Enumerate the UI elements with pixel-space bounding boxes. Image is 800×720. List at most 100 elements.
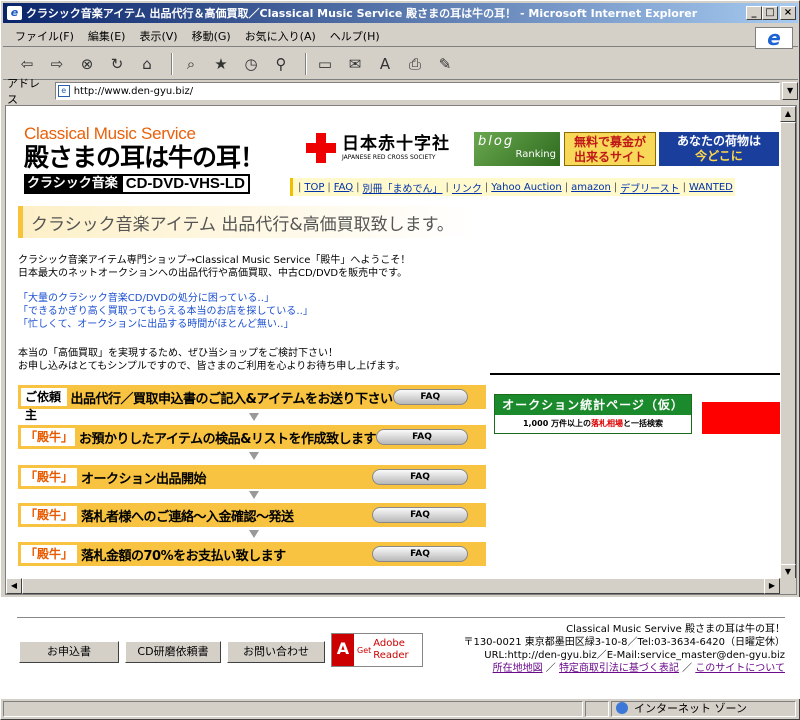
footer-divider bbox=[17, 617, 785, 618]
toolbar-separator bbox=[171, 52, 173, 75]
step-faq-button[interactable]: FAQ bbox=[376, 429, 468, 445]
scroll-corner bbox=[780, 578, 796, 594]
history-icon[interactable]: ◷ bbox=[239, 52, 263, 76]
forward-icon[interactable]: ⇨ bbox=[45, 52, 69, 76]
maximize-button[interactable]: □ bbox=[762, 6, 778, 20]
step-faq-button[interactable]: FAQ bbox=[392, 389, 468, 405]
fullscreen-icon[interactable]: ▭ bbox=[313, 52, 337, 76]
step-text: 出品代行／買取申込書のご記入&アイテムをお送り下さい bbox=[70, 391, 394, 407]
step-faq-button[interactable]: FAQ bbox=[372, 507, 468, 523]
status-cell bbox=[585, 701, 609, 717]
nav-top[interactable]: TOP bbox=[304, 182, 324, 193]
ie-logo-icon: e bbox=[755, 26, 793, 50]
step-faq-button[interactable]: FAQ bbox=[372, 546, 468, 562]
logo-line2: 殿さまの耳は牛の耳！ bbox=[24, 143, 265, 172]
back-icon[interactable]: ⇦ bbox=[15, 52, 39, 76]
nav-link[interactable]: リンク bbox=[452, 180, 482, 195]
close-button[interactable]: × bbox=[780, 6, 796, 20]
menu-go[interactable]: 移動(G) bbox=[192, 28, 231, 44]
ie-small-icon: e bbox=[7, 6, 22, 20]
contact-button[interactable]: お問い合わせ bbox=[227, 641, 325, 663]
address-dropdown-icon[interactable]: ▼ bbox=[782, 82, 798, 100]
page-icon: e bbox=[57, 85, 70, 97]
address-url: http://www.den-gyu.biz/ bbox=[73, 85, 194, 97]
footer-info: Classical Music Servive 殿さまの耳は牛の耳！ 〒130-… bbox=[463, 623, 785, 675]
red-banner[interactable] bbox=[702, 402, 780, 434]
stop-icon[interactable]: ⊗ bbox=[75, 52, 99, 76]
horizontal-scrollbar[interactable]: ◀ ▶ bbox=[6, 578, 780, 594]
scroll-left-icon[interactable]: ◀ bbox=[6, 578, 22, 594]
auction-stats-banner[interactable]: オークション統計ページ（仮） 1,000 万件以上の落札相場と一括検索 bbox=[494, 394, 692, 434]
vertical-scrollbar[interactable]: ▲ ▼ bbox=[780, 106, 796, 580]
blog-ranking-banner[interactable]: blog Ranking bbox=[474, 132, 560, 166]
horizontal-scroll-thumb[interactable] bbox=[22, 578, 766, 594]
footer-address: 〒130-0021 東京都墨田区緑3-10-8／Tel:03-3634-6420… bbox=[463, 637, 785, 648]
nav-wanted[interactable]: WANTED bbox=[689, 182, 733, 193]
menu-view[interactable]: 表示(V) bbox=[139, 28, 177, 44]
vertical-scroll-thumb[interactable] bbox=[780, 122, 796, 572]
adobe-reader-badge[interactable]: A Get Adobe Reader bbox=[331, 633, 423, 667]
channels-icon[interactable]: ⚲ bbox=[269, 52, 293, 76]
refresh-icon[interactable]: ↻ bbox=[105, 52, 129, 76]
step-text: お預かりしたアイテムの検品&リストを作成致します bbox=[78, 431, 377, 447]
step-arrow-icon bbox=[249, 452, 259, 460]
nav-deburiest[interactable]: デブリースト bbox=[620, 180, 680, 195]
step-2: 「殿牛」 お預かりしたアイテムの検品&リストを作成致します FAQ bbox=[18, 425, 486, 449]
parcel-line1: あなたの荷物は bbox=[676, 134, 761, 148]
intro-line1: クラシック音楽アイテム専門ショップ→Classical Music Servic… bbox=[18, 255, 411, 266]
font-size-icon[interactable]: A bbox=[373, 52, 397, 76]
donation-banner[interactable]: 無料で募金が 出来るサイト bbox=[564, 132, 656, 166]
menu-bar: ファイル(F) 編集(E) 表示(V) 移動(G) お気に入り(A) ヘルプ(H… bbox=[3, 25, 798, 47]
mail-icon[interactable]: ✉ bbox=[343, 52, 367, 76]
logo-line3: クラシック音楽 CD-DVD-VHS-LD bbox=[24, 174, 294, 194]
cd-polish-form-button[interactable]: CD研磨依頼書 bbox=[125, 641, 221, 663]
quote-line: 「できるかぎり高く買取ってもらえる本当のお店を探している‥」 bbox=[18, 306, 313, 317]
search-icon[interactable]: ⌕ bbox=[179, 52, 203, 76]
toolbar-separator bbox=[305, 52, 307, 75]
step-text: オークション出品開始 bbox=[81, 471, 207, 487]
nav-faq[interactable]: FAQ bbox=[334, 182, 353, 193]
parcel-tracking-banner[interactable]: あなたの荷物は 今どこに bbox=[659, 132, 779, 166]
site-logo[interactable]: Classical Music Service 殿さまの耳は牛の耳！ クラシック… bbox=[24, 124, 294, 196]
step-1: ご依頼主 出品代行／買取申込書のご記入&アイテムをお送り下さい FAQ bbox=[18, 385, 486, 422]
step-faq-button[interactable]: FAQ bbox=[372, 469, 468, 485]
logo-classic: クラシック音楽 bbox=[24, 174, 121, 194]
edit-icon[interactable]: ✎ bbox=[433, 52, 457, 76]
intro-text: クラシック音楽アイテム専門ショップ→Classical Music Servic… bbox=[18, 254, 410, 280]
scroll-right-icon[interactable]: ▶ bbox=[764, 578, 780, 594]
address-input[interactable]: e http://www.den-gyu.biz/ bbox=[54, 82, 781, 100]
invite-line1: 本当の「高価買取」を実現するため、ぜひ当ショップをご検討下さい！ bbox=[18, 348, 338, 359]
quote-line: 「忙しくて、オークションに出品する時間がほとんど無い‥」 bbox=[18, 319, 294, 330]
step-arrow-icon bbox=[249, 413, 259, 421]
menu-favorites[interactable]: お気に入り(A) bbox=[245, 28, 316, 44]
nav-yahoo[interactable]: Yahoo Auction bbox=[491, 182, 561, 193]
favorites-icon[interactable]: ★ bbox=[209, 52, 233, 76]
nav-mameden[interactable]: 別冊「まめでん」 bbox=[363, 180, 443, 195]
scroll-up-icon[interactable]: ▲ bbox=[780, 106, 796, 122]
menu-help[interactable]: ヘルプ(H) bbox=[330, 28, 380, 44]
quote-line: 「大量のクラシック音楽CD/DVDの処分に困っている‥」 bbox=[18, 293, 275, 304]
nav-amazon[interactable]: amazon bbox=[571, 182, 611, 193]
home-icon[interactable]: ⌂ bbox=[135, 52, 159, 76]
red-cross-icon bbox=[306, 133, 336, 163]
invite-line2: お申し込みはとてもシンプルですので、皆さまのご利用を心よりお待ち申し上げます。 bbox=[18, 361, 406, 372]
apply-form-button[interactable]: お申込書 bbox=[19, 641, 119, 663]
status-zone: インターネット ゾーン bbox=[611, 701, 796, 717]
step-4: 「殿牛」 落札者様へのご連絡～入金確認～発送 FAQ bbox=[18, 503, 486, 527]
blog-top: blog bbox=[478, 134, 515, 149]
menu-file[interactable]: ファイル(F) bbox=[15, 28, 74, 44]
print-icon[interactable]: ⎙ bbox=[403, 52, 427, 76]
map-link[interactable]: 所在地地図 bbox=[493, 663, 543, 674]
menu-edit[interactable]: 編集(E) bbox=[88, 28, 126, 44]
step-tag: 「殿牛」 bbox=[21, 428, 75, 446]
page-title: クラシック音楽アイテム 出品代行&高価買取致します。 bbox=[18, 206, 778, 238]
address-bar: アドレス e http://www.den-gyu.biz/ ▼ bbox=[3, 77, 798, 106]
auction-title: オークション統計ページ（仮） bbox=[495, 395, 691, 415]
about-link[interactable]: このサイトについて bbox=[695, 663, 785, 674]
redcross-banner[interactable]: 日本赤十字社 JAPANESE RED CROSS SOCIETY bbox=[306, 130, 476, 166]
step-text: 落札者様へのご連絡～入金確認～発送 bbox=[81, 509, 294, 525]
law-link[interactable]: 特定商取引法に基づく表記 bbox=[559, 663, 679, 674]
footer-links: 所在地地図 ／ 特定商取引法に基づく表記 ／ このサイトについて bbox=[492, 663, 785, 674]
minimize-button[interactable]: _ bbox=[746, 6, 762, 20]
logo-line1: Classical Music Service bbox=[24, 124, 196, 143]
